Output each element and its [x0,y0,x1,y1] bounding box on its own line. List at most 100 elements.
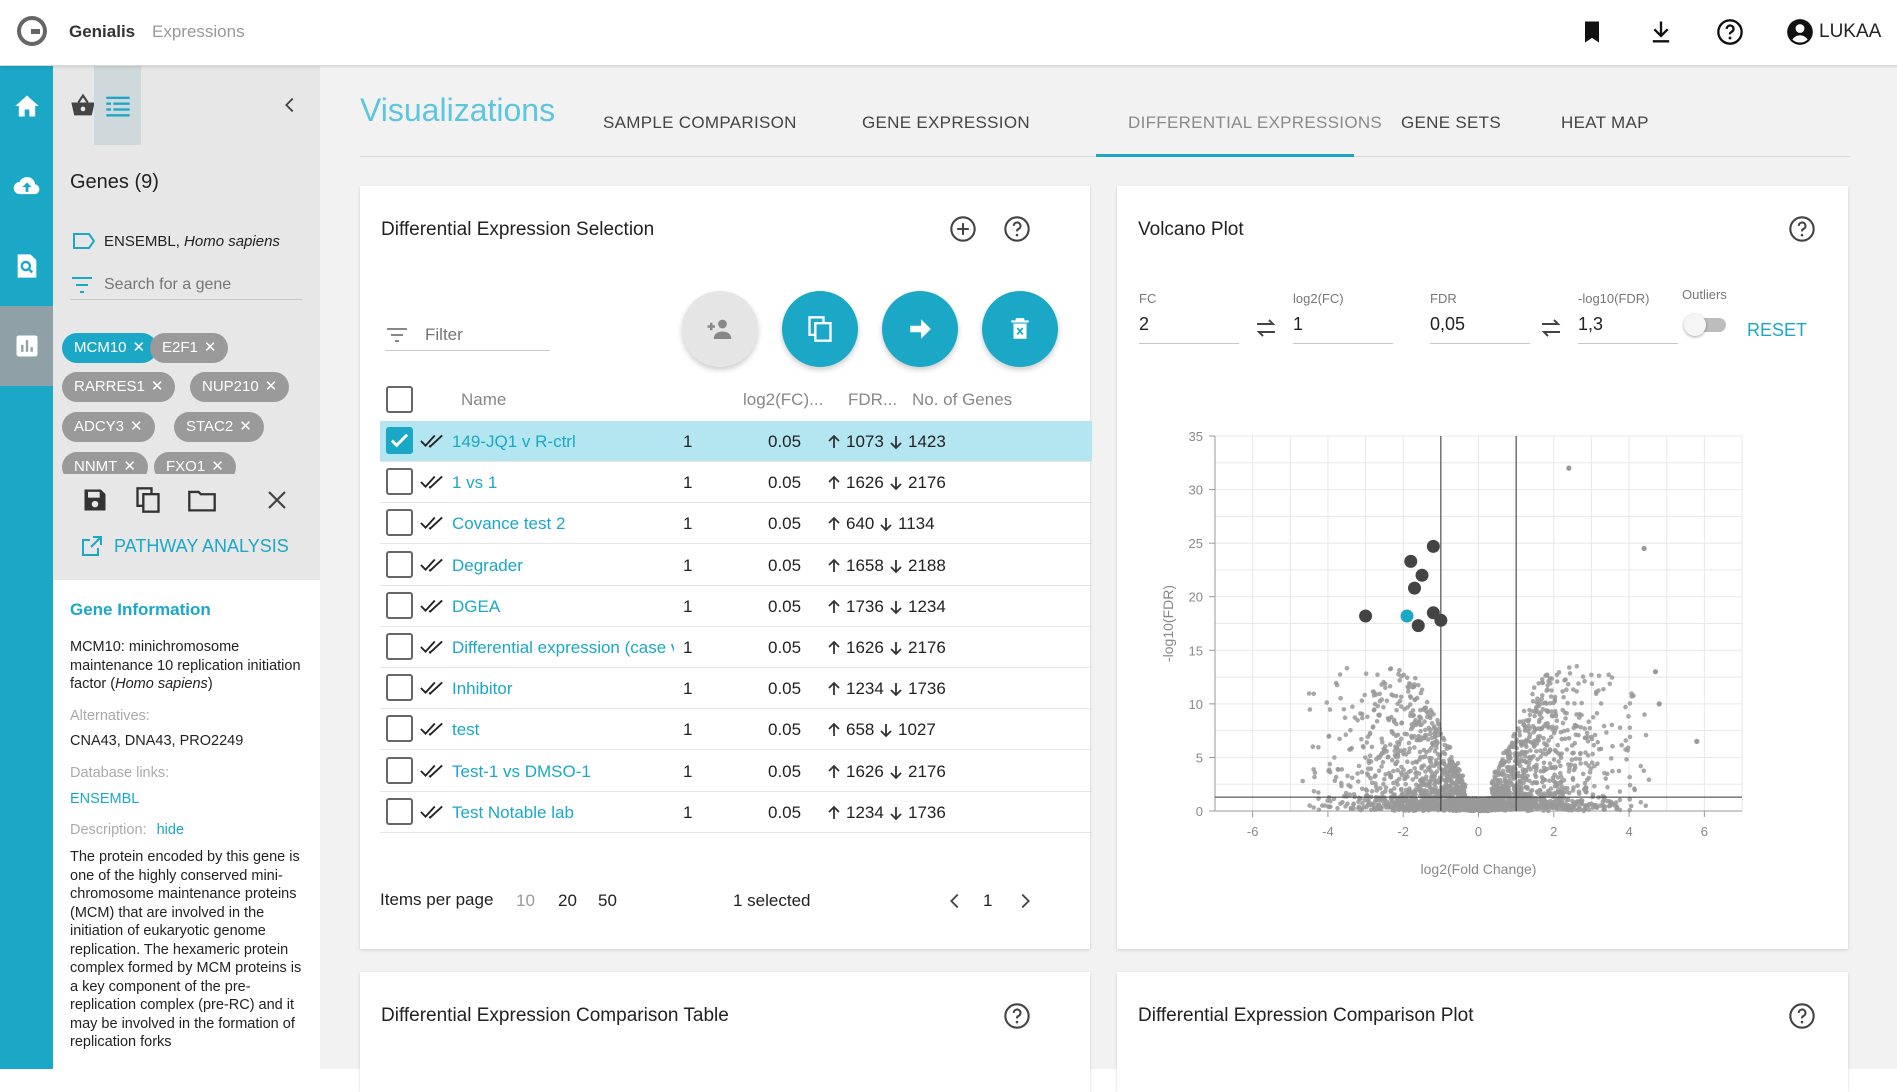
row-name-link[interactable]: Covance test 2 [452,503,674,544]
gene-chip-fxo1[interactable]: FXO1 ✕ [154,452,236,474]
help-icon[interactable] [1716,18,1744,46]
row-checkbox[interactable] [386,633,413,660]
row-name-link[interactable]: Test Notable lab [452,792,674,833]
duplicate-button[interactable] [782,291,858,367]
remove-chip-icon[interactable]: ✕ [239,418,252,435]
download-icon[interactable] [1647,18,1675,46]
brand-name[interactable]: Genialis [69,22,135,42]
row-name-link[interactable]: 1 vs 1 [452,462,674,503]
remove-chip-icon[interactable]: ✕ [123,458,136,474]
table-row[interactable]: DGEA 1 0.05 1736 1234 [380,586,1092,627]
account-icon[interactable] [1786,18,1814,46]
tab-gene-sets[interactable]: GENE SETS [1401,113,1501,133]
gene-chip-rarres1[interactable]: RARRES1 ✕ [62,372,176,402]
genialis-logo-icon[interactable] [17,16,47,46]
table-row[interactable]: Test-1 vs DMSO-1 1 0.05 1626 2176 [380,751,1092,792]
gene-chip-mcm10[interactable]: MCM10 ✕ [62,333,158,363]
folder-icon[interactable] [187,486,217,514]
page-size-20[interactable]: 20 [558,891,577,911]
row-checkbox[interactable] [386,715,413,743]
row-name-link[interactable]: Inhibitor [452,668,674,709]
column-number-of-genes[interactable]: No. of Genes [912,381,1012,418]
rail-upload[interactable] [0,146,53,226]
gene-chip-adcy3[interactable]: ADCY3 ✕ [62,412,155,442]
gene-chip-nup210[interactable]: NUP210 ✕ [190,372,290,402]
table-row[interactable]: Degrader 1 0.05 1658 2188 [380,545,1092,586]
tab-sample-comparison[interactable]: SAMPLE COMPARISON [603,113,797,133]
tab-gene-expression[interactable]: GENE EXPRESSION [862,113,1030,133]
row-checkbox[interactable] [386,468,413,496]
table-row[interactable]: Differential expression (case vs 1 0.05 162… [380,627,1092,668]
page-size-10[interactable]: 10 [516,891,535,911]
add-circle-icon[interactable] [949,215,977,243]
run-button[interactable] [882,291,958,367]
row-name-link[interactable]: Degrader [452,545,674,586]
row-checkbox[interactable] [386,427,413,454]
table-row[interactable]: Covance test 2 1 0.05 640 1134 [380,503,1092,545]
fdr-input[interactable]: 0,05 [1430,314,1530,344]
pathway-analysis-button[interactable]: PATHWAY ANALYSIS [80,534,289,558]
clear-icon[interactable] [265,488,289,512]
log2fc-input[interactable]: 1 [1293,314,1393,344]
row-checkbox[interactable] [386,797,413,825]
user-name[interactable]: LUKAA [1819,21,1881,43]
rail-search[interactable] [0,226,53,306]
table-row[interactable]: test 1 0.05 658 1027 [380,709,1092,751]
group-button[interactable] [682,291,758,367]
row-name-link[interactable]: DGEA [452,586,674,627]
column-fdr[interactable]: FDR... [848,381,897,418]
column-log2fc[interactable]: log2(FC)... [743,381,823,418]
table-row[interactable]: Inhibitor 1 0.05 1234 1736 [380,668,1092,710]
gene-chip-nnmt[interactable]: NNMT ✕ [62,452,148,474]
bookmark-icon[interactable] [1578,18,1606,46]
row-checkbox[interactable] [386,674,413,702]
rail-visualizations[interactable] [0,306,53,386]
current-page[interactable]: 1 [983,891,992,911]
swap-icon[interactable] [1538,316,1564,340]
remove-chip-icon[interactable]: ✕ [211,458,224,474]
row-name-link[interactable]: Test-1 vs DMSO-1 [452,751,674,792]
help-icon[interactable] [1003,215,1031,243]
gene-chip-e2f1[interactable]: E2F1 ✕ [150,333,229,363]
remove-chip-icon[interactable]: ✕ [133,339,146,356]
rail-home[interactable] [0,66,53,146]
select-all-checkbox[interactable] [386,386,413,413]
row-checkbox[interactable] [386,591,413,619]
row-checkbox[interactable] [386,756,413,784]
ensembl-link[interactable]: ENSEMBL [70,790,308,809]
row-name-link[interactable]: 149-JQ1 v R-ctrl [452,421,674,462]
save-icon[interactable] [81,486,109,514]
column-name[interactable]: Name [461,381,506,418]
copy-icon[interactable] [134,486,162,514]
page-size-50[interactable]: 50 [598,891,617,911]
reset-button[interactable]: RESET [1747,320,1807,341]
tab-differential-expressions[interactable]: DIFFERENTIAL EXPRESSIONS [1128,113,1382,133]
row-checkbox[interactable] [386,550,413,578]
log10fdr-input[interactable]: 1,3 [1578,314,1678,344]
row-checkbox[interactable] [386,509,413,537]
help-icon[interactable] [1788,215,1816,243]
gene-chip-stac2[interactable]: STAC2 ✕ [174,412,264,442]
row-name-link[interactable]: Differential expression (case vs [452,627,674,668]
row-name-link[interactable]: test [452,709,674,750]
breadcrumb-expressions[interactable]: Expressions [152,22,245,42]
next-page-icon[interactable] [1014,890,1036,912]
table-row[interactable]: 149-JQ1 v R-ctrl 1 0.05 1073 1423 [380,421,1092,462]
remove-chip-icon[interactable]: ✕ [151,378,164,395]
delete-button[interactable] [982,291,1058,367]
help-icon[interactable] [1003,1002,1031,1030]
tab-heat-map[interactable]: HEAT MAP [1561,113,1649,133]
description-hide-link[interactable]: hide [157,822,184,838]
remove-chip-icon[interactable]: ✕ [204,339,217,356]
table-row[interactable]: 1 vs 1 1 0.05 1626 2176 [380,462,1092,504]
table-row[interactable]: Test Notable lab 1 0.05 1234 1736 [380,792,1092,833]
previous-page-icon[interactable] [944,890,966,912]
remove-chip-icon[interactable]: ✕ [265,378,278,395]
de-filter-input[interactable] [425,324,545,345]
volcano-plot[interactable]: 0 5 10 15 20 25 30 35 -6 -4 -2 0 2 4 6 log2(Fold Change… [1157,416,1797,906]
remove-chip-icon[interactable]: ✕ [130,418,143,435]
outliers-toggle[interactable] [1684,314,1729,336]
help-icon[interactable] [1788,1002,1816,1030]
fc-input[interactable]: 2 [1139,314,1239,344]
swap-icon[interactable] [1253,316,1279,340]
